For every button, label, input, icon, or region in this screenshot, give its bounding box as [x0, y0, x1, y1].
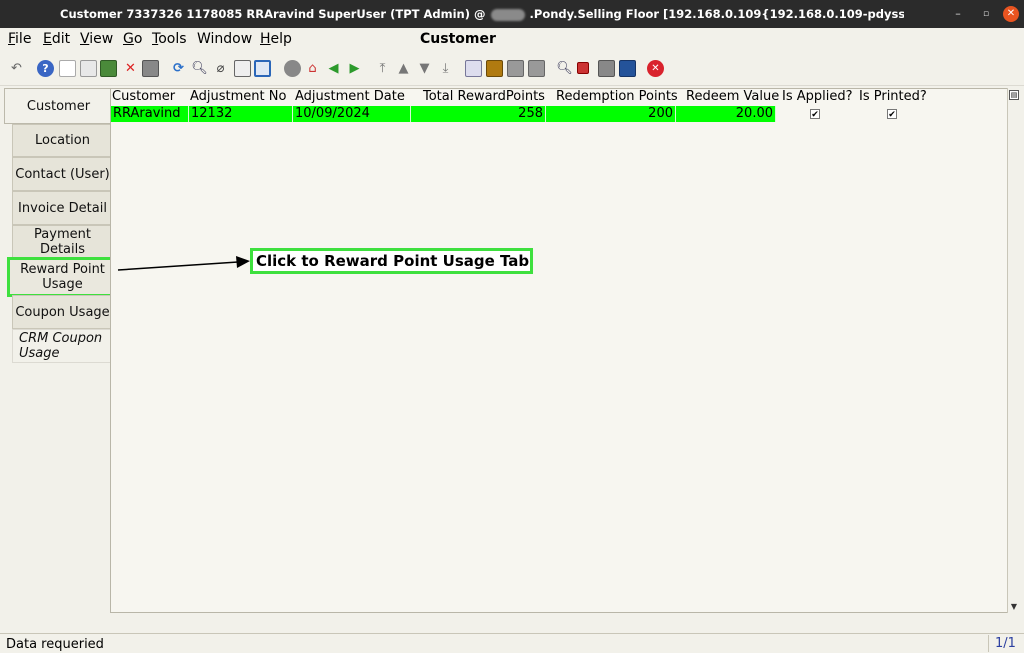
attachment-icon[interactable]: ⌀ [212, 60, 229, 77]
tab-reward-point-usage[interactable]: Reward Point Usage [7, 257, 117, 297]
menu-window[interactable]: Window [197, 31, 252, 47]
tab-invoice-detail[interactable]: Invoice Detail [12, 191, 112, 225]
zoom-across-icon[interactable]: 🔍︎ [556, 60, 573, 77]
first-record-icon[interactable]: ⤒ [374, 60, 391, 77]
home-icon[interactable]: ⌂ [304, 60, 321, 77]
cell-customer[interactable]: RRAravind [111, 106, 189, 122]
tab-coupon-usage[interactable]: Coupon Usage [12, 295, 112, 329]
title-bar: Customer 7337326 1178085 RRAravind Super… [0, 0, 1024, 28]
menu-bar: File Edit View Go Tools Window Help Cust… [0, 28, 1024, 52]
print-preview-icon[interactable] [507, 60, 524, 77]
history-icon[interactable] [284, 60, 301, 77]
product-info-icon[interactable] [619, 60, 636, 77]
column-header-total-reward-points[interactable]: Total RewardPoints [423, 89, 545, 105]
column-header-is-printed[interactable]: Is Printed? [859, 89, 927, 105]
column-header-redemption-points[interactable]: Redemption Points [556, 89, 678, 105]
tab-customer[interactable]: Customer [4, 88, 112, 124]
maximize-button[interactable]: ▫ [978, 6, 994, 22]
column-header-customer[interactable]: Customer [112, 89, 175, 105]
vertical-scrollbar[interactable]: ▤ ▼ [1007, 88, 1020, 613]
annotation-callout: Click to Reward Point Usage Tab [250, 248, 533, 274]
detail-record-icon[interactable]: ▶ [346, 60, 363, 77]
redacted-text [490, 8, 525, 21]
record-count[interactable]: 1/1 [988, 635, 1022, 652]
last-record-icon[interactable]: ⤓ [437, 60, 454, 77]
scroll-down-icon[interactable]: ▼ [1008, 602, 1020, 611]
menu-file[interactable]: File [8, 31, 31, 47]
delete-selection-icon[interactable] [142, 60, 159, 77]
tab-contact-user[interactable]: Contact (User) [12, 157, 112, 191]
report-icon[interactable] [465, 60, 482, 77]
column-header-redeem-value[interactable]: Redeem Value [686, 89, 779, 105]
cell-total-reward-points[interactable]: 258 [411, 106, 546, 122]
grid-toggle-icon[interactable] [254, 60, 271, 77]
column-header-adjustment-date[interactable]: Adjustment Date [295, 89, 405, 105]
workflow-icon[interactable] [577, 62, 589, 74]
copy-record-icon[interactable] [80, 60, 97, 77]
minimize-button[interactable]: – [950, 6, 966, 22]
window-title-text: Customer 7337326 1178085 RRAravind Super… [0, 0, 904, 28]
status-message: Data requeried [6, 637, 104, 652]
is-printed-checkbox[interactable]: ✔ [887, 109, 897, 120]
menu-tools[interactable]: Tools [152, 31, 187, 47]
chat-icon[interactable] [234, 60, 251, 77]
column-header-adjustment-no[interactable]: Adjustment No [190, 89, 286, 105]
undo-icon[interactable]: ↶ [8, 60, 25, 77]
window-heading: Customer [420, 31, 496, 47]
cell-redeem-value[interactable]: 20.00 [676, 106, 776, 122]
status-bar: Data requeried 1/1 [0, 633, 1024, 653]
new-record-icon[interactable] [59, 60, 76, 77]
tab-location[interactable]: Location [12, 124, 112, 157]
exit-icon[interactable]: ✕ [647, 60, 664, 77]
menu-help[interactable]: Help [260, 31, 292, 47]
previous-record-icon[interactable]: ▲ [395, 60, 412, 77]
cell-adjustment-date[interactable]: 10/09/2024 [293, 106, 411, 122]
is-applied-checkbox[interactable]: ✔ [810, 109, 820, 120]
refresh-icon[interactable]: ⟳ [170, 60, 187, 77]
tab-crm-coupon-usage[interactable]: CRM Coupon Usage [12, 329, 112, 363]
parent-record-icon[interactable]: ◀ [325, 60, 342, 77]
column-control-icon[interactable]: ▤ [1009, 90, 1019, 100]
cell-redemption-points[interactable]: 200 [546, 106, 676, 122]
find-icon[interactable]: 🔍︎ [191, 60, 208, 77]
tab-strip: Customer Location Contact (User) Invoice… [2, 88, 117, 633]
menu-view[interactable]: View [80, 31, 113, 47]
archive-icon[interactable] [486, 60, 503, 77]
title-text-end: .Pondy.Selling Floor [192.168.0.109{192.… [529, 7, 904, 21]
toolbar: ↶ ? ✕ ⟳ 🔍︎ ⌀ ⌂ ◀ ▶ ⤒ ▲ ▼ ⤓ 🔍︎ ✕ [0, 52, 1024, 86]
menu-edit[interactable]: Edit [43, 31, 70, 47]
cell-adjustment-no[interactable]: 12132 [189, 106, 293, 122]
menu-go[interactable]: Go [123, 31, 142, 47]
title-text-start: Customer 7337326 1178085 RRAravind Super… [60, 7, 486, 21]
help-icon[interactable]: ? [37, 60, 54, 77]
request-icon[interactable] [598, 60, 615, 77]
record-grid[interactable]: Customer Adjustment No Adjustment Date T… [110, 88, 1020, 613]
save-icon[interactable] [100, 60, 117, 77]
close-window-button[interactable]: ✕ [1003, 6, 1019, 22]
tab-payment-details[interactable]: Payment Details [12, 225, 112, 259]
print-icon[interactable] [528, 60, 545, 77]
next-record-icon[interactable]: ▼ [416, 60, 433, 77]
column-header-is-applied[interactable]: Is Applied? [782, 89, 853, 105]
delete-icon[interactable]: ✕ [122, 60, 139, 77]
